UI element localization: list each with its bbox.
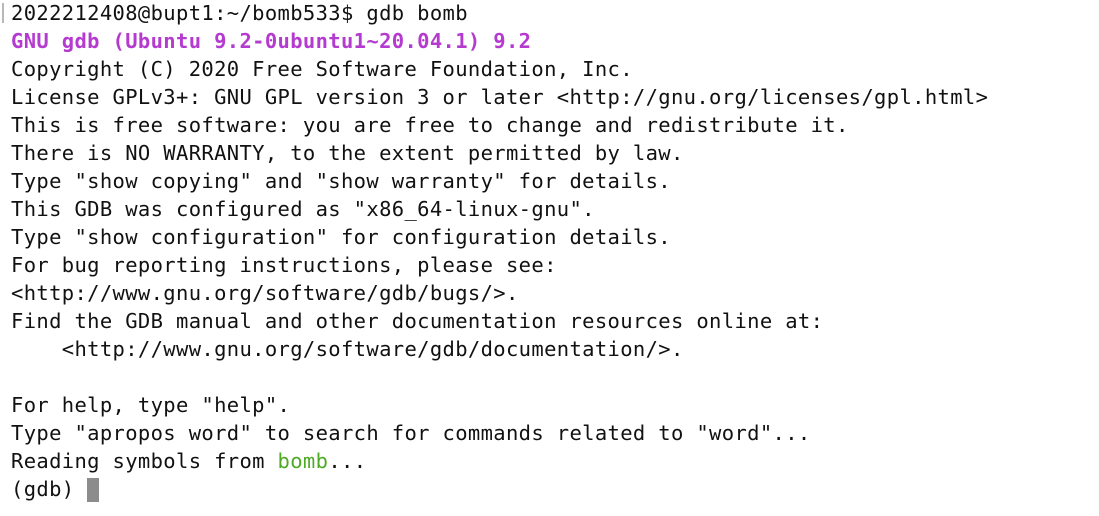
help-hint-line: For help, type "help". <box>11 393 291 417</box>
no-warranty-line: There is NO WARRANTY, to the extent perm… <box>11 141 684 165</box>
gdb-prompt-line[interactable]: (gdb) <box>11 475 1099 503</box>
apropos-hint-line: Type "apropos word" to search for comman… <box>11 421 811 445</box>
bugs-url-line: <http://www.gnu.org/software/gdb/bugs/>. <box>11 281 519 305</box>
reading-symbols-suffix: ... <box>328 449 367 473</box>
license-line: License GPLv3+: GNU GPL version 3 or lat… <box>11 85 989 109</box>
terminal-window[interactable]: 2022212408@bupt1:~/bomb533$ gdb bomb GNU… <box>0 0 1099 515</box>
reading-symbols-line: Reading symbols from bomb... <box>11 447 1099 475</box>
documentation-url-line: <http://www.gnu.org/software/gdb/documen… <box>11 337 684 361</box>
show-configuration-line: Type "show configuration" for configurat… <box>11 225 671 249</box>
copyright-line: Copyright (C) 2020 Free Software Foundat… <box>11 57 633 81</box>
gdb-prompt: (gdb) <box>11 477 88 501</box>
show-copying-line: Type "show copying" and "show warranty" … <box>11 169 671 193</box>
text-cursor[interactable] <box>87 478 100 502</box>
bug-reporting-line: For bug reporting instructions, please s… <box>11 253 557 277</box>
free-software-line: This is free software: you are free to c… <box>11 113 849 137</box>
find-manual-line: Find the GDB manual and other documentat… <box>11 309 824 333</box>
window-edge-marker <box>2 3 4 23</box>
reading-symbols-prefix: Reading symbols from <box>11 449 278 473</box>
binary-name: bomb <box>277 449 329 473</box>
shell-prompt-line: 2022212408@bupt1:~/bomb533$ gdb bomb <box>11 1 468 25</box>
configured-as-line: This GDB was configured as "x86_64-linux… <box>11 197 595 221</box>
gdb-version-banner: GNU gdb (Ubuntu 9.2-0ubuntu1~20.04.1) 9.… <box>11 29 532 53</box>
